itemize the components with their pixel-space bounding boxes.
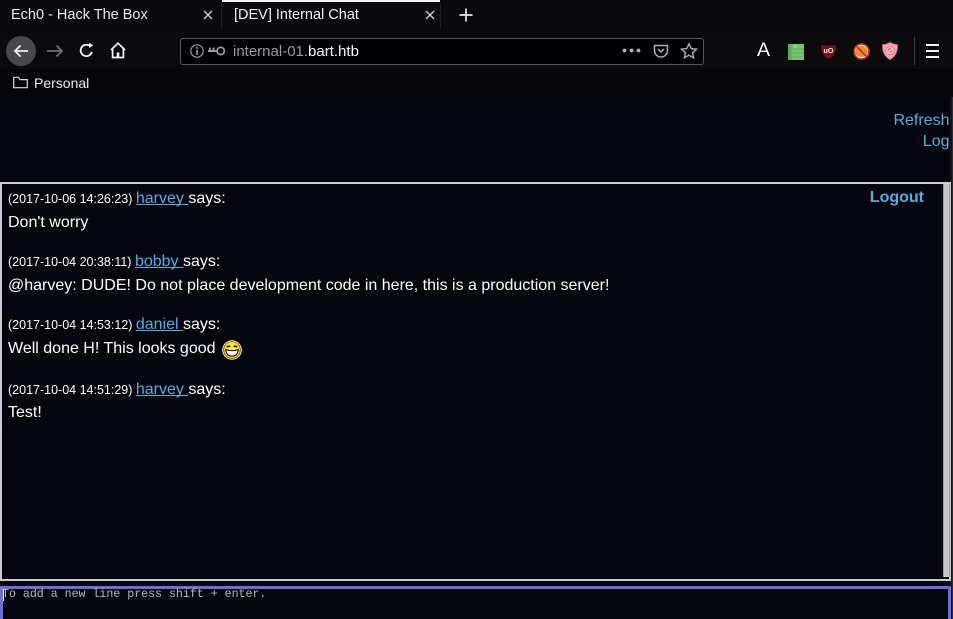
- svg-text:uO: uO: [823, 46, 833, 55]
